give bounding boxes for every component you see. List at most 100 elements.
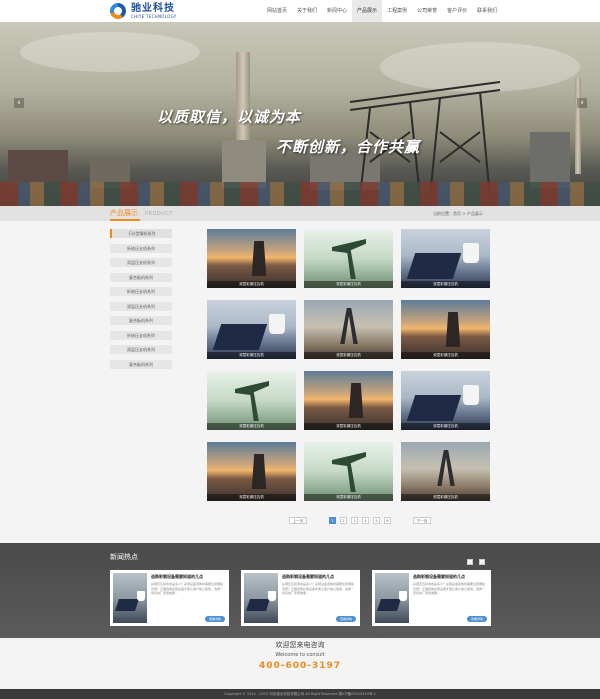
consult-title-cn: 欢迎您来电咨询 — [275, 641, 325, 649]
page-number-button[interactable]: 2 — [340, 517, 347, 524]
banner-chimney — [575, 78, 581, 174]
nav-item[interactable]: 客户评价 — [442, 0, 472, 22]
chevron-left-icon: ‹ — [17, 98, 21, 108]
banner-building — [530, 132, 570, 188]
product-card[interactable]: 双层彩钢压瓦机 — [401, 442, 490, 501]
chevron-right-icon: › — [481, 560, 483, 565]
product-caption: 双层彩钢压瓦机 — [207, 494, 296, 501]
news-card[interactable]: 选购彩钢设备需要知道的几点彩钢压瓦机寿命是多少？彩钢设备选购时需要注意哪些问题？… — [110, 570, 229, 626]
next-page-button[interactable]: 下一页 — [413, 517, 431, 524]
logo-text: 驰业科技 CHIYE TECHNOLOGY — [131, 2, 177, 19]
news-thumbnail[interactable] — [375, 573, 409, 623]
product-caption: 双层彩钢压瓦机 — [207, 423, 296, 430]
banner-next-button[interactable]: › — [577, 98, 587, 108]
logo-mark-icon — [110, 3, 126, 19]
product-category-sidebar: C分型钢机系列 折结压支机系列 双层压支机系列 复合板机系列 折结压支机系列 双层压支机系… — [110, 229, 172, 374]
sidebar-category-item[interactable]: 双层压支机系列 — [110, 301, 172, 311]
product-caption: 双层彩钢压瓦机 — [401, 352, 490, 359]
news-headline[interactable]: 选购彩钢设备需要知道的几点 — [413, 574, 489, 580]
banner-prev-button[interactable]: ‹ — [14, 98, 24, 108]
product-title-underline — [110, 219, 140, 221]
product-card[interactable]: 双层彩钢压瓦机 — [207, 229, 296, 288]
logo-name-cn: 驰业科技 — [131, 2, 175, 14]
product-card[interactable]: 双层彩钢压瓦机 — [207, 442, 296, 501]
prev-page-button[interactable]: 上一页 — [289, 517, 307, 524]
page-number-button[interactable]: 6 — [384, 517, 391, 524]
nav-item[interactable]: 网站首页 — [262, 0, 292, 22]
product-card[interactable]: 双层彩钢压瓦机 — [401, 371, 490, 430]
news-headline[interactable]: 选购彩钢设备需要知道的几点 — [151, 574, 227, 580]
nav-item[interactable]: 联系我们 — [472, 0, 502, 22]
news-prev-button[interactable]: ‹ — [467, 559, 473, 565]
sidebar-category-item[interactable]: 双层压支机系列 — [110, 345, 172, 354]
site-footer: Copyright © 2014 - 2015 河北驰业科技有限公司 All R… — [0, 689, 600, 699]
news-headline[interactable]: 选购彩钢设备需要知道的几点 — [282, 574, 358, 580]
chevron-left-icon: ‹ — [469, 560, 471, 565]
product-caption: 双层彩钢压瓦机 — [401, 281, 490, 288]
sidebar-category-item[interactable]: 折结压支机系列 — [110, 243, 172, 253]
news-next-button[interactable]: › — [479, 559, 485, 565]
sidebar-category-item[interactable]: 折结压支机系列 — [110, 287, 172, 296]
sidebar-category-item[interactable]: 复合板机系列 — [110, 359, 172, 369]
banner-building — [222, 140, 266, 188]
consult-phone[interactable]: 400-600-3197 — [0, 661, 600, 671]
product-card[interactable]: 双层彩钢压瓦机 — [401, 300, 490, 359]
news-thumbnail[interactable] — [113, 573, 147, 623]
news-thumbnail[interactable] — [244, 573, 278, 623]
product-caption: 双层彩钢压瓦机 — [304, 281, 393, 288]
hero-banner: 以质取信，以诚为本 不断创新，合作共赢 ‹ › — [0, 22, 600, 206]
product-card[interactable]: 双层彩钢压瓦机 — [304, 371, 393, 430]
banner-cloud — [20, 32, 200, 72]
news-cards: 选购彩钢设备需要知道的几点彩钢压瓦机寿命是多少？彩钢设备选购时需要注意哪些问题？… — [110, 570, 503, 626]
product-card[interactable]: 双层彩钢压瓦机 — [207, 300, 296, 359]
nav-item[interactable]: 工程案例 — [382, 0, 412, 22]
news-section-title: 新闻热点 — [110, 553, 138, 561]
logo-name-en: CHIYE TECHNOLOGY — [131, 13, 177, 19]
nav-item[interactable]: 产品展示 — [352, 0, 383, 22]
main-nav: 网站首页 关于我们 新闻中心 产品展示 工程案例 公司荣誉 客户评价 联系我们 — [262, 0, 502, 22]
logo[interactable]: 驰业科技 CHIYE TECHNOLOGY — [110, 3, 177, 19]
sidebar-category-item[interactable]: 复合板机系列 — [110, 272, 172, 282]
banner-containers — [0, 182, 600, 206]
site-header: 驰业科技 CHIYE TECHNOLOGY 网站首页 关于我们 新闻中心 产品展示 工程… — [0, 0, 600, 22]
consult-title-en: Welcome to consult — [275, 652, 325, 658]
product-section-bar — [0, 206, 600, 221]
product-card[interactable]: 双层彩钢压瓦机 — [304, 229, 393, 288]
breadcrumb[interactable]: 当前位置：首页 > 产品展示 — [433, 211, 483, 217]
pagination: 上一页 123456 下一页 — [289, 517, 435, 524]
product-caption: 双层彩钢压瓦机 — [401, 494, 490, 501]
product-caption: 双层彩钢压瓦机 — [304, 423, 393, 430]
product-caption: 双层彩钢压瓦机 — [207, 352, 296, 359]
product-grid: 双层彩钢压瓦机 双层彩钢压瓦机 双层彩钢压瓦机 双层彩钢压瓦机 双层彩钢压瓦机 双层彩钢压… — [207, 229, 490, 501]
page-number-button[interactable]: 5 — [373, 517, 380, 524]
news-more-button[interactable]: 查看详情 — [336, 616, 356, 622]
page-numbers: 123456 — [329, 517, 395, 524]
sidebar-category-item[interactable]: 复合板机系列 — [110, 316, 172, 325]
news-carousel-controls: ‹ › — [467, 559, 491, 565]
product-section-title: 产品展示 — [110, 209, 138, 217]
product-caption: 双层彩钢压瓦机 — [304, 494, 393, 501]
nav-item[interactable]: 新闻中心 — [322, 0, 352, 22]
news-card[interactable]: 选购彩钢设备需要知道的几点 彩钢压瓦机寿命是多少？彩钢设备选购时需要注意哪些问题？… — [372, 570, 491, 626]
page-number-button[interactable]: 4 — [362, 517, 369, 524]
banner-slogan-2: 不断创新，合作共赢 — [276, 138, 421, 156]
banner-slogan-1: 以质取信，以诚为本 — [157, 108, 302, 126]
page-number-button[interactable]: 1 — [329, 517, 336, 524]
product-caption: 双层彩钢压瓦机 — [401, 423, 490, 430]
news-excerpt: 彩钢压瓦机寿命是多少？彩钢设备选购时需要注意哪些问题？正确选购彩钢设备才能让客户… — [151, 582, 224, 595]
product-card[interactable]: 双层彩钢压瓦机 — [207, 371, 296, 430]
nav-item[interactable]: 关于我们 — [292, 0, 322, 22]
news-more-button[interactable]: 查看详情 — [467, 616, 487, 622]
sidebar-category-item[interactable]: 折结压支机系列 — [110, 330, 172, 340]
nav-item[interactable]: 公司荣誉 — [412, 0, 442, 22]
sidebar-category-item[interactable]: 双层压支机系列 — [110, 258, 172, 267]
news-card[interactable]: 选购彩钢设备需要知道的几点彩钢压瓦机寿命是多少？彩钢设备选购时需要注意哪些问题？… — [241, 570, 360, 626]
sidebar-category-item[interactable]: C分型钢机系列 — [110, 229, 172, 238]
product-card[interactable]: 双层彩钢压瓦机 — [304, 442, 393, 501]
page-number-button[interactable]: 3 — [351, 517, 358, 524]
product-card[interactable]: 双层彩钢压瓦机 — [304, 300, 393, 359]
product-card[interactable]: 双层彩钢压瓦机 — [401, 229, 490, 288]
product-caption: 双层彩钢压瓦机 — [304, 352, 393, 359]
news-more-button[interactable]: 查看详情 — [205, 616, 225, 622]
news-excerpt: 彩钢压瓦机寿命是多少？彩钢设备选购时需要注意哪些问题？正确选购彩钢设备才能让客户… — [282, 582, 355, 595]
